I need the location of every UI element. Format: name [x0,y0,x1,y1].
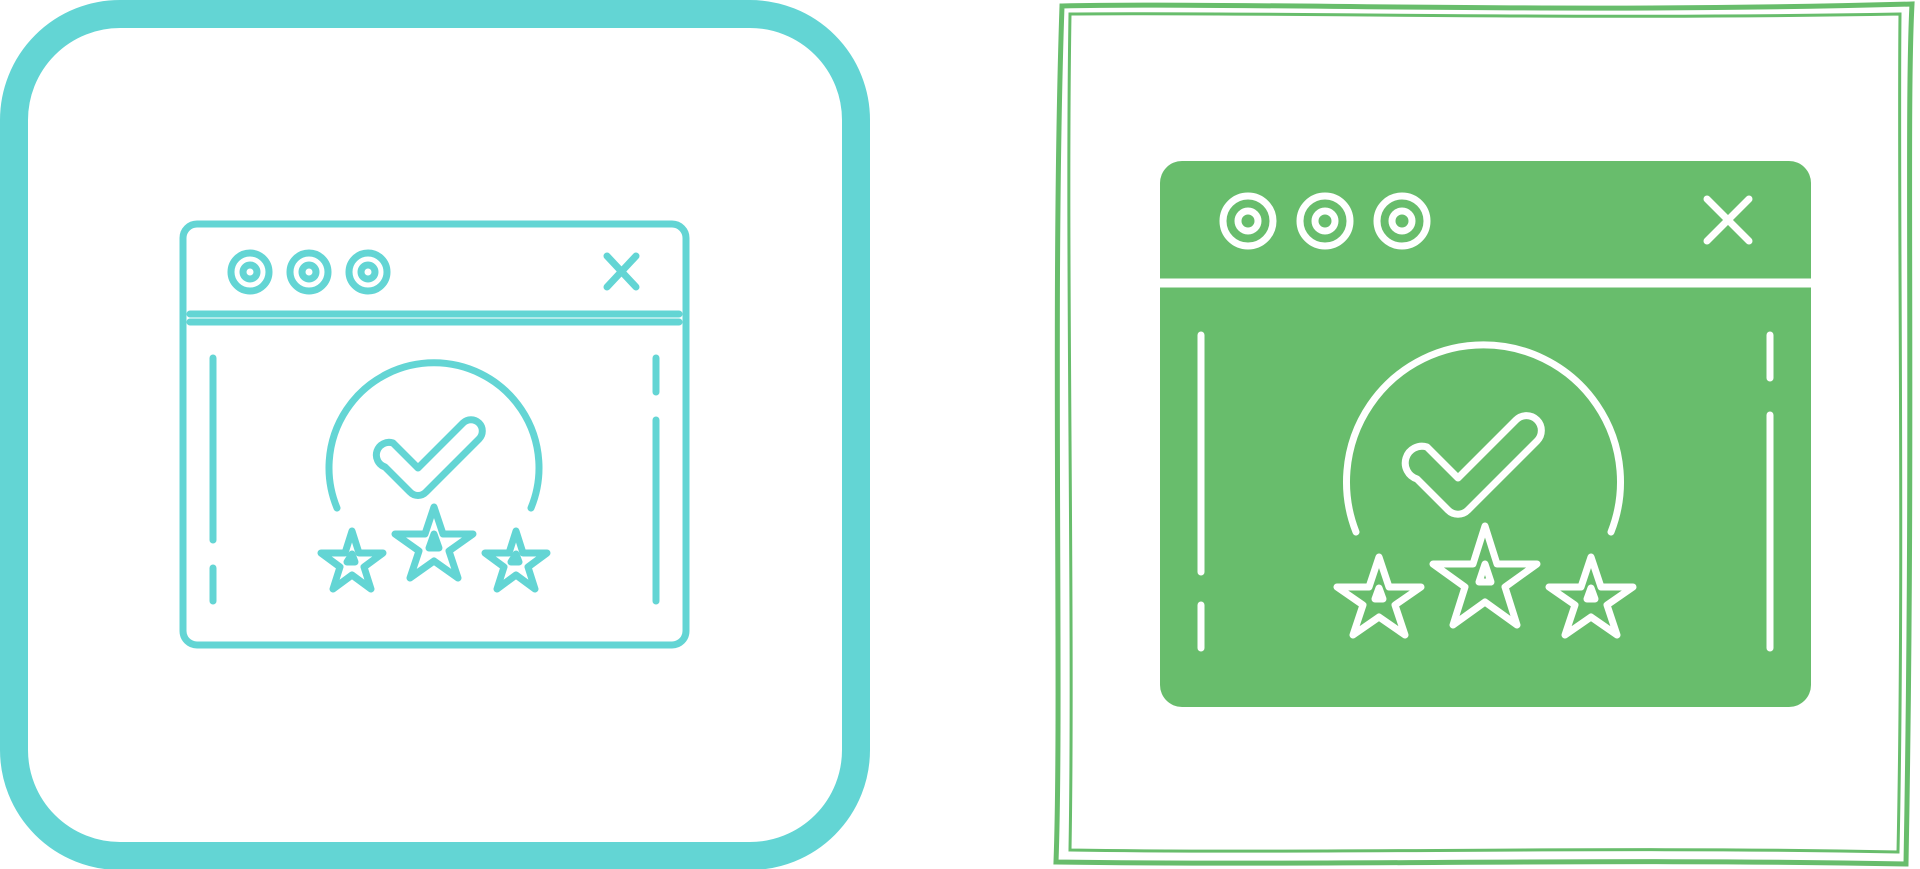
window-dot-icon [345,249,391,295]
star-icon-inner [1583,584,1599,603]
rating-stars [317,503,551,593]
window-dot-icon [286,249,332,295]
close-icon [603,252,640,291]
star-icon-inner [343,550,359,566]
window-dot-inner-icon [298,261,320,283]
star-icon-inner [1371,584,1387,603]
window-dot-inner-icon [357,261,379,283]
browser-window-icon [179,220,690,649]
rounded-frame [0,0,870,869]
star-icon-inner [507,550,523,566]
star-icon-inner [425,530,443,552]
icon-sheet [0,0,1920,869]
outline-icon-svg [0,0,870,869]
star-icon-inner [1475,560,1495,586]
window-dot-inner-icon [239,261,261,283]
filled-icon-tile [1048,0,1920,869]
filled-icon-svg [1053,1,1915,867]
check-mark-icon [372,416,486,499]
window-dot-icon [227,249,273,295]
outline-icon-tile [0,0,870,869]
